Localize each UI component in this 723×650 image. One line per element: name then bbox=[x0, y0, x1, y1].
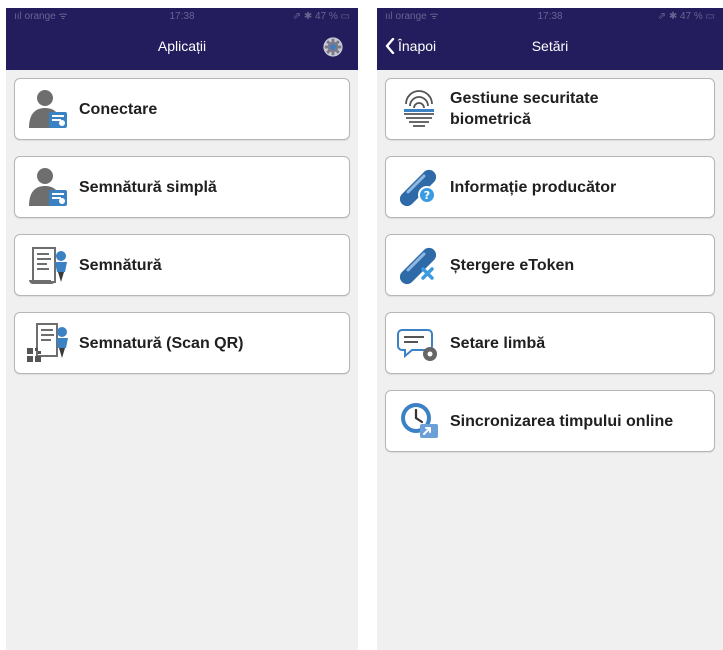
menu-item-manufacturer-info[interactable]: ? Informație producător bbox=[385, 156, 715, 218]
menu-item-label: Informație producător bbox=[450, 178, 617, 196]
menu-item-delete-etoken[interactable]: Ștergere eToken bbox=[385, 234, 715, 296]
applications-list: Conectare Semnătură simplă Semnătură Sem… bbox=[6, 70, 358, 374]
menu-item-time-sync[interactable]: Sincronizarea timpului online bbox=[385, 390, 715, 452]
language-settings-icon bbox=[397, 329, 437, 361]
menu-item-label: Sincronizarea timpului online bbox=[450, 412, 674, 430]
menu-item-label-line2: biometrică bbox=[450, 111, 531, 128]
menu-item-label: Conectare bbox=[79, 100, 158, 118]
battery-indicator: ⇗ ✱ 47 % ▭ bbox=[657, 11, 715, 22]
menu-item-language-settings[interactable]: Setare limbă bbox=[385, 312, 715, 374]
qr-signature-icon bbox=[27, 323, 68, 362]
nav-bar: Înapoi Setări bbox=[377, 25, 723, 70]
clock-sync-icon bbox=[401, 403, 438, 438]
menu-item-label: Setare limbă bbox=[450, 334, 546, 352]
user-certificate-icon bbox=[29, 168, 67, 206]
settings-list: Gestiune securitate biometrică ? Informa… bbox=[377, 70, 723, 452]
back-button[interactable]: Înapoi bbox=[385, 25, 436, 67]
nav-bar: Aplicații bbox=[6, 25, 358, 70]
menu-item-label-line1: Gestiune securitate bbox=[450, 90, 599, 107]
document-signature-icon bbox=[29, 247, 67, 284]
page-title: Setări bbox=[531, 38, 569, 54]
chevron-left-icon bbox=[385, 38, 395, 54]
token-info-icon: ? bbox=[399, 169, 437, 207]
fingerprint-icon bbox=[404, 90, 434, 127]
page-title: Aplicații bbox=[157, 38, 207, 54]
menu-item-label: Semnătură simplă bbox=[79, 178, 217, 196]
menu-item-label: Semnătură bbox=[79, 256, 162, 274]
menu-item-label: Semnatură (Scan QR) bbox=[79, 334, 244, 352]
menu-item-biometric-security[interactable]: Gestiune securitate biometrică bbox=[385, 78, 715, 140]
menu-item-conectare[interactable]: Conectare bbox=[14, 78, 350, 140]
menu-item-semnatura-scan-qr[interactable]: Semnatură (Scan QR) bbox=[14, 312, 350, 374]
menu-item-semnatura-simpla[interactable]: Semnătură simplă bbox=[14, 156, 350, 218]
battery-indicator: ⇗ ✱ 47 % ▭ bbox=[292, 11, 350, 22]
token-delete-icon bbox=[399, 247, 437, 285]
gear-icon[interactable] bbox=[322, 36, 344, 58]
menu-item-label: Ștergere eToken bbox=[450, 256, 575, 274]
user-certificate-icon bbox=[29, 90, 67, 128]
back-label: Înapoi bbox=[398, 38, 437, 54]
svg-text:?: ? bbox=[424, 189, 430, 202]
status-bar: ııl orange ᯤ 17:38 ⇗ ✱ 47 % ▭ bbox=[6, 8, 358, 25]
menu-item-label: Gestiune securitate biometrică bbox=[450, 88, 599, 130]
menu-item-semnatura[interactable]: Semnătură bbox=[14, 234, 350, 296]
applications-screen: ııl orange ᯤ 17:38 ⇗ ✱ 47 % ▭ Aplicații bbox=[6, 8, 358, 650]
status-bar: ııl orange ᯤ 17:38 ⇗ ✱ 47 % ▭ bbox=[377, 8, 723, 25]
settings-screen: ııl orange ᯤ 17:38 ⇗ ✱ 47 % ▭ Înapoi Set… bbox=[377, 8, 723, 650]
